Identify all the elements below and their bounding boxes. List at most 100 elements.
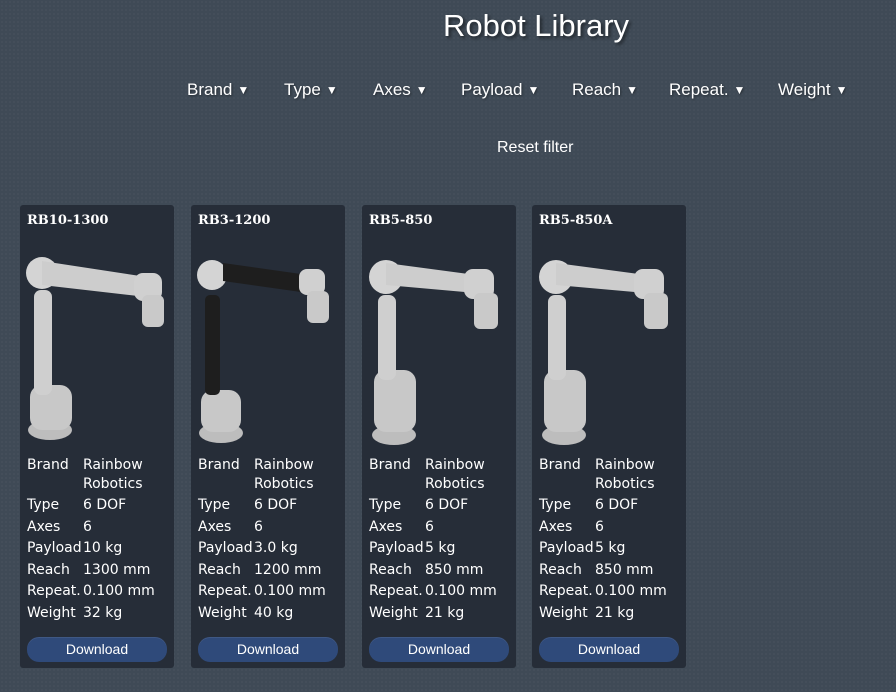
spec-label: Payload	[539, 540, 594, 556]
spec-label: Repeat.	[198, 583, 252, 599]
spec-label: Brand	[27, 457, 69, 473]
spec-payload: 10 kg	[83, 540, 123, 556]
spec-reach: 850 mm	[595, 561, 654, 578]
caret-down-icon: ▼	[733, 83, 746, 97]
reset-filter-link[interactable]: Reset filter	[497, 139, 573, 157]
spec-table: Brand Rainbow Robotics Type 6 DOF Axes 6 Pa…	[198, 456, 343, 625]
spec-label: Brand	[369, 457, 411, 473]
spec-label: Payload	[27, 540, 82, 556]
robot-card: RB5-850 Brand Rainbow Robotics Type 6 DOF …	[362, 205, 516, 668]
spec-label: Brand	[539, 457, 581, 473]
spec-axes: 6	[83, 518, 92, 535]
spec-label: Brand	[198, 457, 240, 473]
caret-down-icon: ▼	[325, 83, 338, 97]
filter-label: Repeat.	[669, 80, 729, 99]
spec-table: Brand Rainbow Robotics Type 6 DOF Axes 6 Pa…	[539, 456, 684, 625]
robot-card: RB10-1300 Brand Rainbow Robotics Type 6 DO…	[20, 205, 174, 668]
spec-brand: Rainbow Robotics	[254, 457, 314, 492]
spec-axes: 6	[595, 518, 604, 535]
robot-card: RB5-850A Brand Rainbow Robotics Type 6 DOF…	[532, 205, 686, 668]
filter-axes[interactable]: Axes ▼	[373, 80, 428, 100]
filter-payload[interactable]: Payload ▼	[461, 80, 539, 100]
download-button[interactable]: Download	[369, 637, 509, 662]
spec-table: Brand Rainbow Robotics Type 6 DOF Axes 6 Pa…	[27, 456, 172, 625]
spec-type: 6 DOF	[254, 497, 298, 513]
spec-repeat: 0.100 mm	[254, 583, 326, 599]
spec-label: Repeat.	[369, 583, 423, 599]
filter-weight[interactable]: Weight ▼	[778, 80, 848, 100]
spec-axes: 6	[254, 518, 263, 535]
caret-down-icon: ▼	[237, 83, 250, 97]
spec-label: Reach	[539, 561, 582, 578]
spec-brand: Rainbow Robotics	[595, 457, 655, 492]
spec-label: Weight	[369, 604, 418, 621]
spec-reach: 850 mm	[425, 561, 484, 578]
spec-type: 6 DOF	[83, 497, 127, 513]
caret-down-icon: ▼	[626, 83, 639, 97]
spec-label: Type	[198, 497, 231, 513]
caret-down-icon: ▼	[415, 83, 428, 97]
spec-label: Axes	[27, 518, 61, 535]
spec-payload: 5 kg	[425, 540, 456, 556]
robot-image[interactable]	[534, 235, 684, 451]
filter-bar: Brand ▼ Type ▼ Axes ▼ Payload ▼ Reach ▼ Repea…	[0, 80, 896, 106]
spec-label: Reach	[27, 561, 70, 578]
spec-weight: 32 kg	[83, 604, 123, 621]
spec-payload: 5 kg	[595, 540, 626, 556]
spec-label: Weight	[198, 604, 247, 621]
download-button[interactable]: Download	[539, 637, 679, 662]
caret-down-icon: ▼	[527, 83, 540, 97]
spec-label: Axes	[369, 518, 403, 535]
spec-payload: 3.0 kg	[254, 540, 298, 556]
spec-label: Payload	[369, 540, 424, 556]
spec-table: Brand Rainbow Robotics Type 6 DOF Axes 6 Pa…	[369, 456, 514, 625]
filter-label: Reach	[572, 80, 622, 99]
filter-label: Brand	[187, 80, 233, 99]
spec-label: Reach	[369, 561, 412, 578]
spec-label: Repeat.	[27, 583, 81, 599]
filter-label: Type	[284, 80, 321, 99]
spec-label: Payload	[198, 540, 253, 556]
spec-repeat: 0.100 mm	[83, 583, 155, 599]
filter-type[interactable]: Type ▼	[284, 80, 338, 100]
robot-library-page: Robot Library Brand ▼ Type ▼ Axes ▼ Payload…	[0, 0, 896, 692]
robot-image[interactable]	[22, 235, 172, 451]
filter-label: Payload	[461, 80, 523, 99]
robot-card: RB3-1200 Brand Rainbow Robotics Type 6 DOF…	[191, 205, 345, 668]
spec-repeat: 0.100 mm	[595, 583, 667, 599]
spec-label: Axes	[539, 518, 573, 535]
filter-label: Axes	[373, 80, 411, 99]
spec-label: Type	[539, 497, 572, 513]
spec-label: Weight	[27, 604, 76, 621]
spec-reach: 1300 mm	[83, 561, 151, 578]
spec-reach: 1200 mm	[254, 561, 322, 578]
spec-label: Type	[369, 497, 402, 513]
spec-label: Repeat.	[539, 583, 593, 599]
spec-weight: 40 kg	[254, 604, 294, 621]
spec-label: Axes	[198, 518, 232, 535]
spec-type: 6 DOF	[595, 497, 639, 513]
spec-label: Reach	[198, 561, 241, 578]
filter-reach[interactable]: Reach ▼	[572, 80, 638, 100]
spec-repeat: 0.100 mm	[425, 583, 497, 599]
filter-brand[interactable]: Brand ▼	[187, 80, 249, 100]
spec-axes: 6	[425, 518, 434, 535]
filter-label: Weight	[778, 80, 831, 99]
filter-repeatability[interactable]: Repeat. ▼	[669, 80, 745, 100]
robot-name: RB5-850	[369, 213, 433, 228]
robot-name: RB10-1300	[27, 213, 109, 228]
robot-name: RB3-1200	[198, 213, 271, 228]
page-title: Robot Library	[442, 8, 630, 43]
download-button[interactable]: Download	[27, 637, 167, 662]
spec-weight: 21 kg	[595, 604, 635, 621]
download-button[interactable]: Download	[198, 637, 338, 662]
spec-label: Type	[27, 497, 60, 513]
caret-down-icon: ▼	[835, 83, 848, 97]
spec-label: Weight	[539, 604, 588, 621]
spec-brand: Rainbow Robotics	[425, 457, 485, 492]
spec-brand: Rainbow Robotics	[83, 457, 143, 492]
spec-weight: 21 kg	[425, 604, 465, 621]
robot-image[interactable]	[364, 235, 514, 451]
spec-type: 6 DOF	[425, 497, 469, 513]
robot-image[interactable]	[193, 235, 343, 451]
